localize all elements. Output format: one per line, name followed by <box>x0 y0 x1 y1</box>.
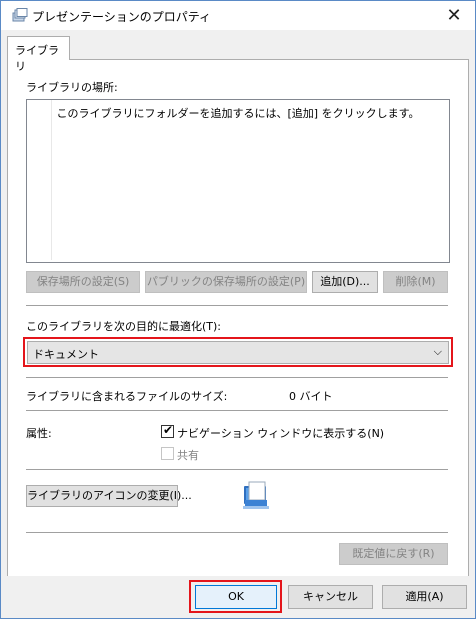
restore-defaults-button[interactable]: 既定値に戻す(R) <box>339 543 448 565</box>
highlight-box-ok <box>189 580 282 613</box>
library-locations-label: ライブラリの場所: <box>26 81 118 94</box>
separator <box>26 469 448 470</box>
highlight-box-select <box>23 337 453 367</box>
attributes-label: 属性: <box>26 427 52 440</box>
separator <box>26 305 448 306</box>
check-icon: ✔ <box>163 423 174 437</box>
optimize-label: このライブラリを次の目的に最適化(T): <box>26 320 222 333</box>
library-preview-icon <box>241 480 271 512</box>
shared-label: 共有 <box>177 449 199 462</box>
cancel-button[interactable]: キャンセル <box>288 585 373 609</box>
window-title: プレゼンテーションのプロパティ <box>32 10 212 24</box>
show-in-nav-checkbox[interactable]: ✔ <box>161 423 174 438</box>
remove-button[interactable]: 削除(M) <box>383 271 448 293</box>
title-bar[interactable]: プレゼンテーションのプロパティ ✕ <box>1 1 475 30</box>
list-empty-message: このライブラリにフォルダーを追加するには、[追加] をクリックします。 <box>56 107 420 120</box>
tab-library[interactable]: ライブラリ <box>7 36 70 73</box>
separator <box>26 410 448 411</box>
library-icon <box>12 8 28 22</box>
list-divider <box>51 100 52 260</box>
set-public-save-location-button[interactable]: パブリックの保存場所の設定(P) <box>145 271 307 293</box>
apply-button[interactable]: 適用(A) <box>382 585 467 609</box>
tab-library-label: ライブラリ <box>15 44 59 73</box>
shared-checkbox[interactable] <box>161 447 174 460</box>
change-icon-button[interactable]: ライブラリのアイコンの変更(I)... <box>26 485 192 507</box>
size-label: ライブラリに含まれるファイルのサイズ: <box>26 390 228 403</box>
close-icon[interactable]: ✕ <box>434 4 474 28</box>
show-in-nav-label[interactable]: ナビゲーション ウィンドウに表示する(N) <box>177 425 384 441</box>
set-save-location-button[interactable]: 保存場所の設定(S) <box>26 271 140 293</box>
size-value: 0 バイト <box>289 390 333 403</box>
separator <box>26 377 448 378</box>
add-button[interactable]: 追加(D)... <box>312 271 378 293</box>
library-locations-list[interactable]: このライブラリにフォルダーを追加するには、[追加] をクリックします。 <box>26 99 450 263</box>
separator <box>26 532 448 533</box>
